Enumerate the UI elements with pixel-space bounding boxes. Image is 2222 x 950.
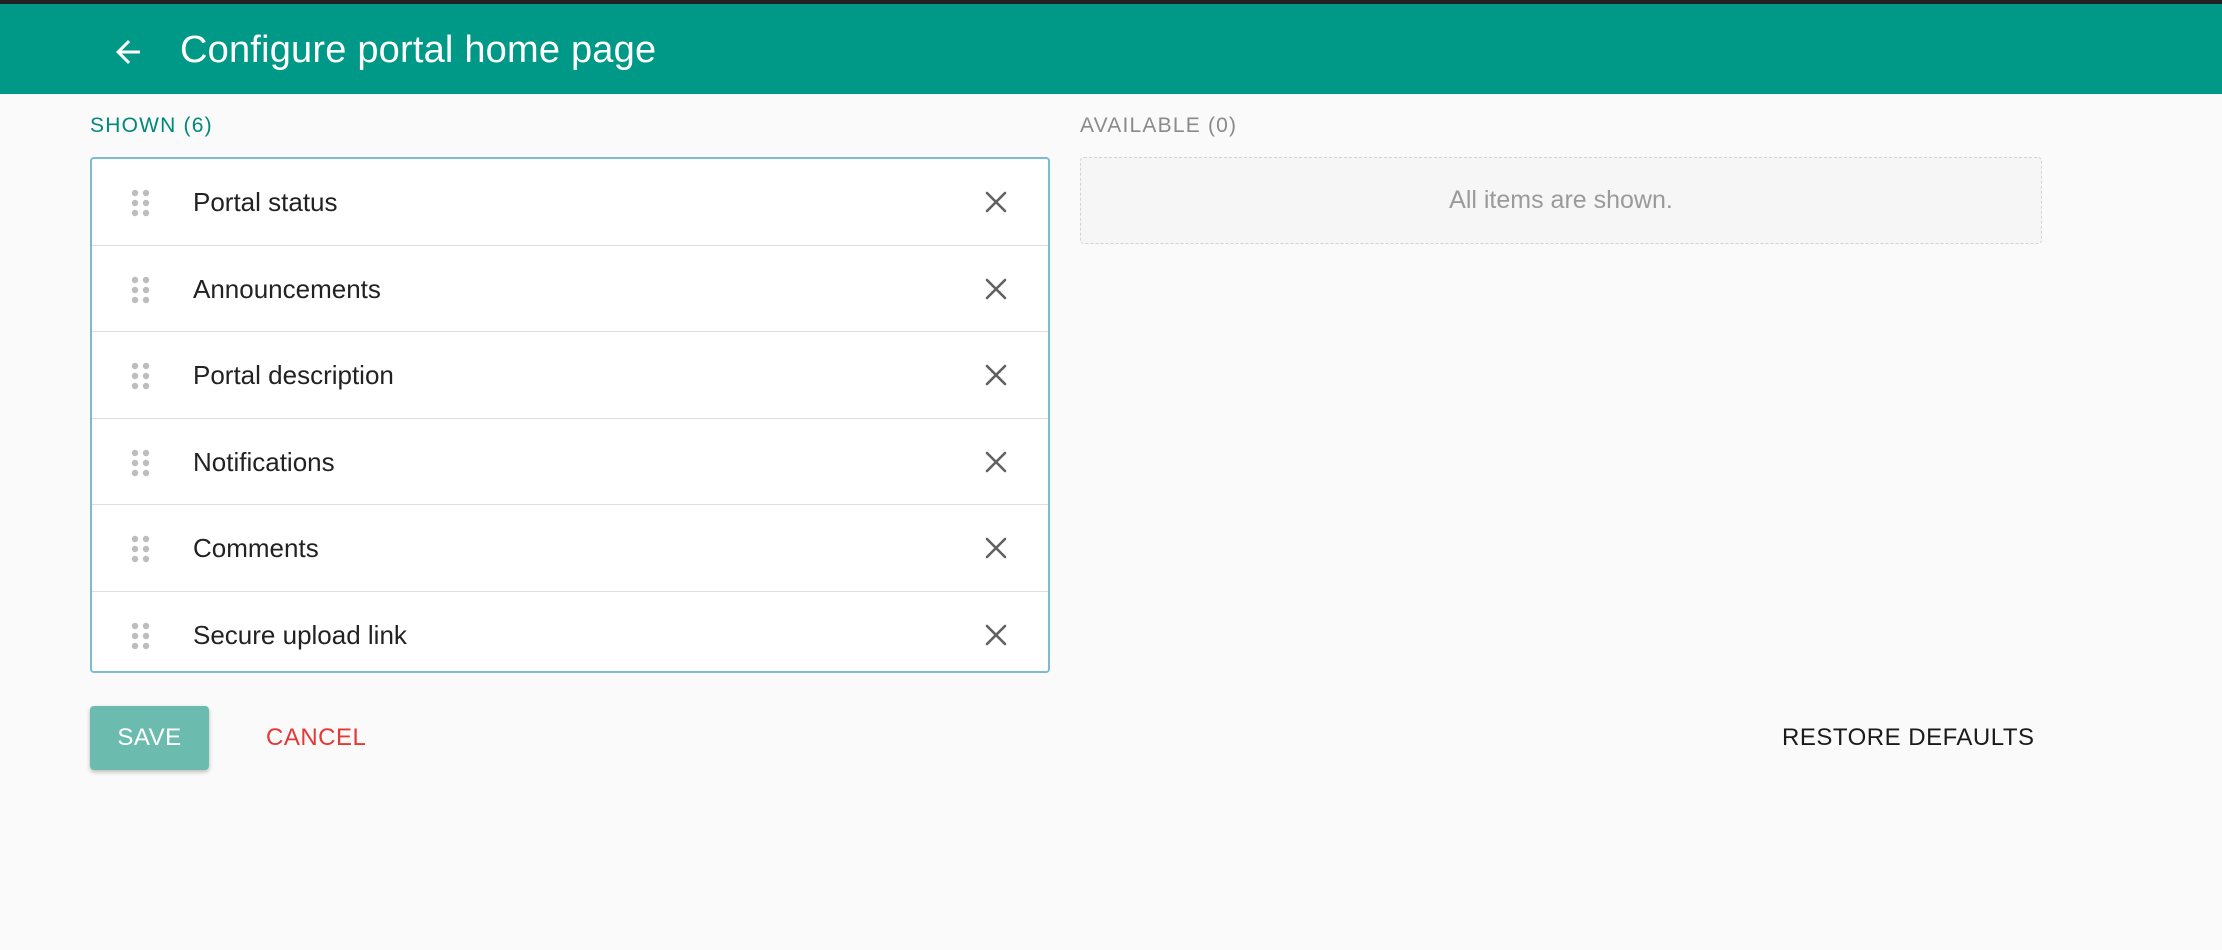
list-item-label: Portal description xyxy=(193,360,394,390)
list-item-label: Notifications xyxy=(193,446,335,477)
available-empty-message: All items are shown. xyxy=(1449,186,1673,214)
list-item[interactable]: Notifications xyxy=(92,419,1048,505)
close-icon xyxy=(985,624,1007,645)
restore-defaults-button[interactable]: RESTORE DEFAULTS xyxy=(1766,706,2051,770)
close-icon xyxy=(985,451,1007,472)
list-item-label: Portal status xyxy=(193,187,338,217)
list-item[interactable]: Portal description xyxy=(92,332,1048,419)
arrow-left-icon xyxy=(116,40,140,64)
list-item[interactable]: Comments xyxy=(92,505,1048,592)
shown-section-label: SHOWN (6) xyxy=(90,114,213,137)
remove-item-button[interactable] xyxy=(974,440,1018,484)
save-button[interactable]: SAVE xyxy=(90,706,209,770)
list-item-label: Secure upload link xyxy=(193,619,407,650)
drag-handle-icon[interactable] xyxy=(130,275,152,305)
drag-handle-icon[interactable] xyxy=(130,621,152,651)
drag-handle-icon[interactable] xyxy=(130,188,152,218)
close-icon xyxy=(985,364,1007,386)
list-item[interactable]: Portal status xyxy=(92,159,1048,246)
remove-item-button[interactable] xyxy=(974,526,1018,570)
list-item[interactable]: Secure upload link xyxy=(92,592,1048,672)
list-item-label: Comments xyxy=(193,533,319,563)
close-icon xyxy=(985,191,1007,213)
cancel-button[interactable]: CANCEL xyxy=(250,706,382,770)
available-section-label: AVAILABLE (0) xyxy=(1080,114,1238,137)
drag-handle-icon[interactable] xyxy=(130,361,152,391)
drag-handle-icon[interactable] xyxy=(130,534,152,564)
shown-items-list: Portal status Announcements Portal descr… xyxy=(90,157,1050,673)
list-item[interactable]: Announcements xyxy=(92,246,1048,332)
list-item-label: Announcements xyxy=(193,273,381,304)
remove-item-button[interactable] xyxy=(974,267,1018,311)
close-icon xyxy=(985,278,1007,299)
page-title: Configure portal home page xyxy=(180,29,657,71)
remove-item-button[interactable] xyxy=(974,353,1018,397)
available-items-dropzone[interactable]: All items are shown. xyxy=(1080,157,2042,244)
drag-handle-icon[interactable] xyxy=(130,448,152,478)
remove-item-button[interactable] xyxy=(974,613,1018,657)
app-bar: Configure portal home page xyxy=(0,4,2222,94)
back-button[interactable] xyxy=(100,24,156,80)
remove-item-button[interactable] xyxy=(974,180,1018,224)
close-icon xyxy=(985,537,1007,559)
